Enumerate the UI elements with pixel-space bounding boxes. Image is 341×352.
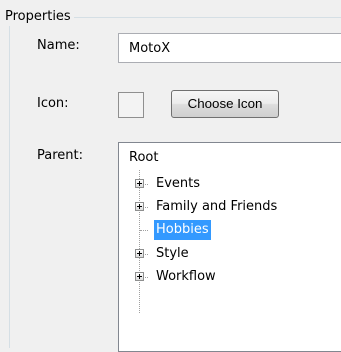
- icon-label: Icon:: [37, 96, 69, 111]
- name-input[interactable]: MotoX: [118, 33, 341, 63]
- tree-item-label-selected: Hobbies: [154, 220, 211, 240]
- expand-plus-icon[interactable]: [135, 202, 144, 211]
- tree-item-label: Style: [156, 246, 189, 261]
- properties-group-title: Properties: [3, 8, 74, 26]
- parent-tree[interactable]: Root Events Family and Friends Hobbies S…: [118, 142, 341, 352]
- choose-icon-button[interactable]: Choose Icon: [171, 90, 279, 118]
- tree-item-label: Workflow: [156, 269, 216, 284]
- icon-preview: [118, 92, 144, 118]
- name-label: Name:: [37, 38, 80, 53]
- tree-item-label: Family and Friends: [156, 199, 278, 214]
- tree-root-item[interactable]: Root: [129, 149, 158, 167]
- tree-guide-line: [139, 170, 140, 313]
- expand-plus-icon[interactable]: [135, 249, 144, 258]
- parent-label: Parent:: [37, 148, 83, 163]
- expand-plus-icon[interactable]: [135, 179, 144, 188]
- tree-item-label: Events: [156, 176, 201, 191]
- expand-plus-icon[interactable]: [135, 272, 144, 281]
